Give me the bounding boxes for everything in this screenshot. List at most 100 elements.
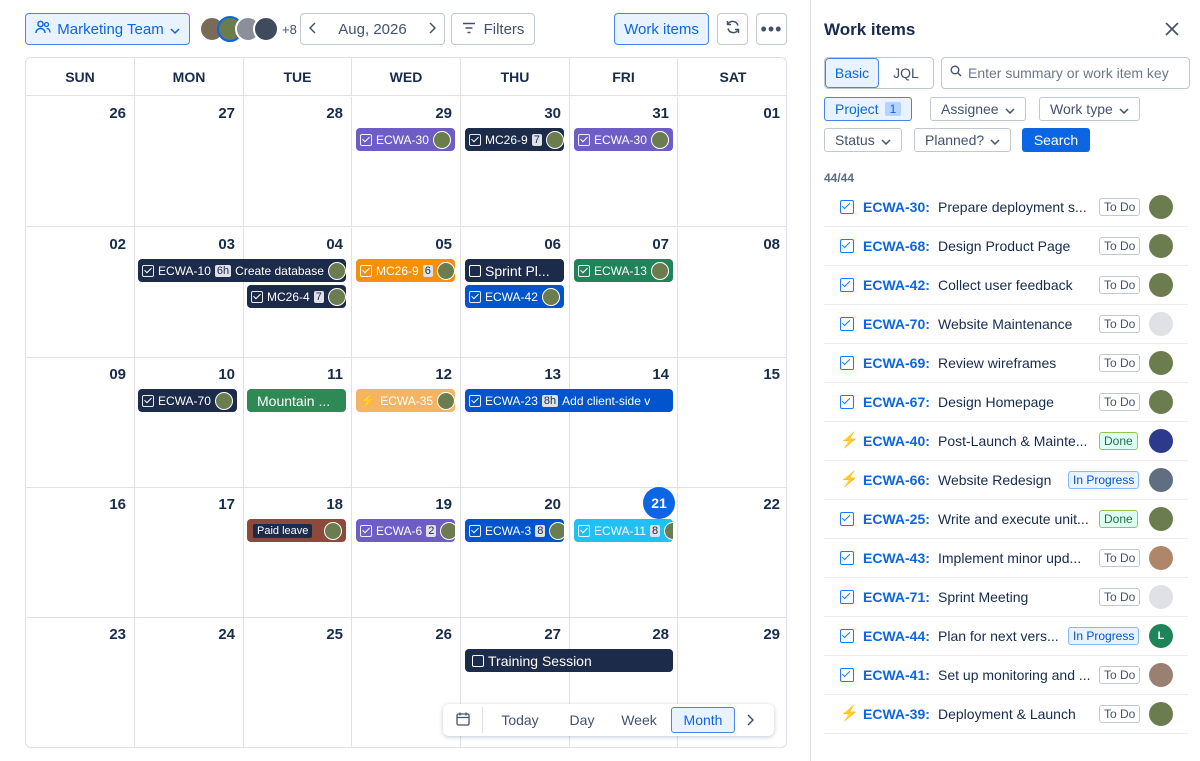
calendar-event[interactable]: ECWA-3 8 xyxy=(465,519,564,542)
view-month-button[interactable]: Month xyxy=(671,707,735,733)
calendar-event[interactable]: MC26-9 7 xyxy=(465,128,564,151)
calendar-event[interactable]: ECWA-13 xyxy=(574,259,673,282)
calendar-event[interactable]: MC26-9 6 xyxy=(356,259,455,282)
day-cell[interactable]: 29 xyxy=(352,97,461,227)
day-cell[interactable]: 02 xyxy=(26,228,135,358)
calendar-event[interactable]: ⚡ ECWA-35 xyxy=(356,389,455,412)
day-cell[interactable]: 12 xyxy=(352,358,461,488)
day-cell[interactable]: 24 xyxy=(135,618,244,747)
list-item[interactable]: ECWA-68: Design Product Page To Do xyxy=(824,227,1188,266)
day-cell[interactable]: 20 xyxy=(461,488,570,618)
team-avatars[interactable]: +8 xyxy=(199,15,297,43)
list-item[interactable]: ECWA-25: Write and execute unit... Done xyxy=(824,500,1188,539)
day-cell[interactable]: 01 xyxy=(678,97,786,227)
day-cell[interactable]: 28 xyxy=(244,97,352,227)
list-item[interactable]: ECWA-30: Prepare deployment s... To Do xyxy=(824,188,1188,227)
day-cell[interactable]: 23 xyxy=(26,618,135,747)
search-input[interactable] xyxy=(968,65,1188,81)
calendar-event[interactable]: ECWA-42 xyxy=(465,285,564,308)
chevron-right-icon[interactable] xyxy=(428,21,437,38)
item-key[interactable]: ECWA-30: xyxy=(863,199,930,215)
list-item[interactable]: ECWA-41: Set up monitoring and ... To Do xyxy=(824,656,1188,695)
assignee-filter[interactable]: Assignee xyxy=(930,97,1026,121)
item-key[interactable]: ECWA-44: xyxy=(863,628,930,644)
day-cell[interactable]: 27 xyxy=(135,97,244,227)
day-cell[interactable]: 13 xyxy=(461,358,570,488)
day-cell[interactable]: 17 xyxy=(135,488,244,618)
calendar-event[interactable]: ECWA-30 xyxy=(356,128,455,151)
day-cell[interactable]: 18 xyxy=(244,488,352,618)
chevron-left-icon[interactable] xyxy=(308,21,317,38)
calendar-event[interactable]: MC26-4 7 xyxy=(247,285,346,308)
refresh-button[interactable] xyxy=(717,13,748,45)
item-key[interactable]: ECWA-71: xyxy=(863,589,930,605)
day-cell[interactable]: 15 xyxy=(678,358,786,488)
day-cell[interactable]: 05 xyxy=(352,228,461,358)
list-item[interactable]: ECWA-69: Review wireframes To Do xyxy=(824,344,1188,383)
chevron-right-icon[interactable] xyxy=(735,707,765,733)
day-cell[interactable]: 25 xyxy=(244,618,352,747)
calendar-event[interactable]: ECWA-70 xyxy=(138,389,237,412)
day-cell[interactable]: 19 xyxy=(352,488,461,618)
work-type-filter[interactable]: Work type xyxy=(1039,97,1140,121)
work-items-button[interactable]: Work items xyxy=(614,13,709,45)
day-cell[interactable]: 16 xyxy=(26,488,135,618)
avatar-more-count[interactable]: +8 xyxy=(282,22,297,37)
more-options-button[interactable]: ••• xyxy=(756,13,787,45)
list-item[interactable]: ECWA-44: Plan for next vers... In Progre… xyxy=(824,617,1188,656)
calendar-event[interactable]: Training Session xyxy=(465,649,673,672)
day-cell[interactable]: 30 xyxy=(461,97,570,227)
item-key[interactable]: ECWA-39: xyxy=(863,706,930,722)
view-today-button[interactable]: Today xyxy=(483,707,557,733)
item-key[interactable]: ECWA-67: xyxy=(863,394,930,410)
day-cell[interactable]: 21 xyxy=(570,487,678,618)
list-item[interactable]: ECWA-67: Design Homepage To Do xyxy=(824,383,1188,422)
planned-filter[interactable]: Planned? xyxy=(914,128,1012,152)
calendar-event[interactable]: ECWA-30 xyxy=(574,128,673,151)
day-cell[interactable]: 08 xyxy=(678,228,786,358)
list-item[interactable]: ECWA-70: Website Maintenance To Do xyxy=(824,305,1188,344)
item-key[interactable]: ECWA-42: xyxy=(863,277,930,293)
calendar-event[interactable]: Paid leave xyxy=(247,519,346,542)
team-select-button[interactable]: Marketing Team xyxy=(25,13,190,45)
day-cell[interactable]: 09 xyxy=(26,358,135,488)
avatar[interactable] xyxy=(253,16,279,42)
item-key[interactable]: ECWA-25: xyxy=(863,511,930,527)
day-cell[interactable]: 22 xyxy=(678,488,786,618)
calendar-event[interactable]: Sprint Pl... xyxy=(465,259,564,282)
close-icon[interactable] xyxy=(1165,16,1179,42)
list-item[interactable]: ⚡ ECWA-40: Post-Launch & Mainte... Done xyxy=(824,422,1188,461)
list-item[interactable]: ⚡ ECWA-39: Deployment & Launch To Do xyxy=(824,695,1188,734)
item-key[interactable]: ECWA-40: xyxy=(863,433,930,449)
basic-mode-button[interactable]: Basic xyxy=(825,58,879,88)
calendar-event[interactable]: ECWA-6 2 xyxy=(356,519,455,542)
day-cell[interactable]: 10 xyxy=(135,358,244,488)
calendar-event[interactable]: ECWA-11 8 xyxy=(574,519,673,542)
jql-mode-button[interactable]: JQL xyxy=(879,58,933,88)
project-filter[interactable]: Project 1 xyxy=(824,97,913,121)
item-key[interactable]: ECWA-70: xyxy=(863,316,930,332)
day-cell[interactable]: 03 xyxy=(135,228,244,358)
day-cell[interactable]: 07 xyxy=(570,228,678,358)
view-week-button[interactable]: Week xyxy=(607,707,671,733)
item-key[interactable]: ECWA-43: xyxy=(863,550,930,566)
item-key[interactable]: ECWA-69: xyxy=(863,355,930,371)
day-cell[interactable]: 31 xyxy=(570,97,678,227)
calendar-event[interactable]: ECWA-23 8h Add client-side v xyxy=(465,389,673,412)
status-filter[interactable]: Status xyxy=(824,128,902,152)
day-cell[interactable]: 11 xyxy=(244,358,352,488)
item-key[interactable]: ECWA-68: xyxy=(863,238,930,254)
list-item[interactable]: ECWA-42: Collect user feedback To Do xyxy=(824,266,1188,305)
item-key[interactable]: ECWA-66: xyxy=(863,472,930,488)
list-item[interactable]: ECWA-71: Sprint Meeting To Do xyxy=(824,578,1188,617)
view-day-button[interactable]: Day xyxy=(557,707,607,733)
day-cell[interactable]: 14 xyxy=(570,358,678,488)
filters-button[interactable]: Filters xyxy=(451,13,535,45)
list-item[interactable]: ECWA-43: Implement minor upd... To Do xyxy=(824,539,1188,578)
item-key[interactable]: ECWA-41: xyxy=(863,667,930,683)
day-cell[interactable]: 26 xyxy=(26,97,135,227)
calendar-event[interactable]: ECWA-10 6h Create database xyxy=(138,259,346,282)
list-item[interactable]: ⚡ ECWA-66: Website Redesign In Progress xyxy=(824,461,1188,500)
calendar-event[interactable]: Mountain ... xyxy=(247,389,346,412)
search-button[interactable]: Search xyxy=(1022,128,1090,152)
